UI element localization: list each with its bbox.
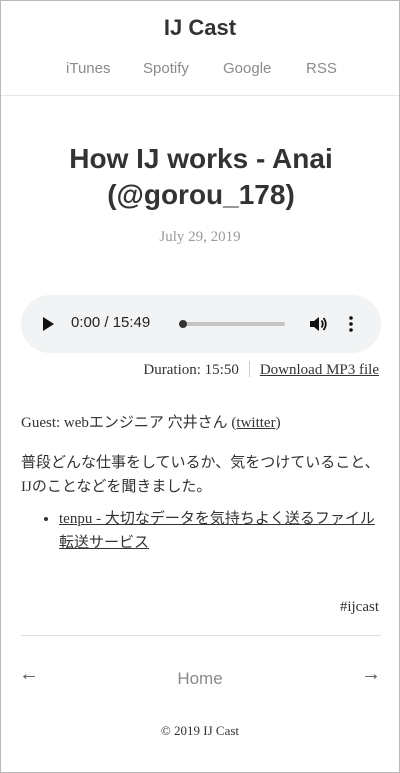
twitter-link[interactable]: twitter [236, 415, 275, 431]
nav-spotify[interactable]: Spotify [143, 60, 189, 77]
home-link[interactable]: Home [177, 669, 222, 688]
more-options-icon[interactable] [345, 315, 357, 333]
meta-divider [248, 361, 250, 377]
next-arrow-icon[interactable]: → [361, 663, 381, 686]
guest-line: Guest: webエンジニア 穴井さん (twitter) [21, 411, 381, 435]
episode-meta: Duration: 15:50 Download MP3 file [143, 361, 379, 379]
seek-thumb[interactable] [179, 320, 187, 328]
guest-text: Guest: webエンジニア 穴井さん ( [21, 415, 237, 431]
page-frame: IJ Cast iTunes Spotify Google RSS How IJ… [0, 0, 400, 773]
list-item: tenpu - 大切なデータを気持ちよく送るファイル転送サービス [59, 507, 381, 555]
duration-text: Duration: 15:50 [143, 362, 239, 378]
tag-ijcast[interactable]: #ijcast [340, 599, 379, 616]
seek-bar[interactable] [179, 320, 285, 328]
footer-copyright: © 2019 IJ Cast [160, 723, 240, 738]
post-title: How IJ works - Anai (@gorou_178) [69, 143, 333, 210]
link-list: tenpu - 大切なデータを気持ちよく送るファイル転送サービス [21, 507, 381, 555]
download-mp3-link[interactable]: Download MP3 file [260, 362, 379, 378]
post-date: July 29, 2019 [159, 229, 241, 245]
site-title[interactable]: IJ Cast [1, 15, 399, 41]
audio-player: 0:00 / 15:49 [21, 295, 381, 353]
tenpu-link[interactable]: tenpu - 大切なデータを気持ちよく送るファイル転送サービス [59, 511, 375, 551]
nav-itunes[interactable]: iTunes [66, 60, 110, 77]
player-time: 0:00 / 15:49 [71, 314, 151, 331]
nav-google[interactable]: Google [223, 60, 271, 77]
guest-suffix: ) [275, 415, 281, 431]
volume-icon[interactable] [308, 315, 328, 333]
divider [21, 635, 381, 636]
play-icon[interactable] [43, 317, 54, 331]
nav-rss[interactable]: RSS [306, 60, 337, 77]
site-header: IJ Cast iTunes Spotify Google RSS [1, 1, 399, 96]
episode-description: 普段どんな仕事をしているか、気をつけていること、IJのことなどを聞きました。 [21, 455, 380, 495]
